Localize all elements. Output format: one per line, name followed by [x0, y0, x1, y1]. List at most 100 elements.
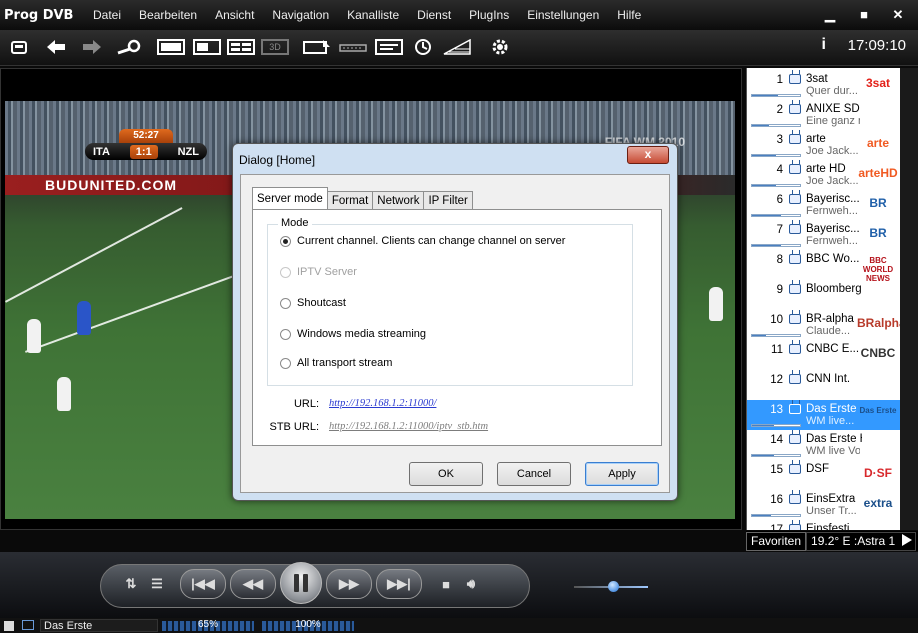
tab-server-mode[interactable]: Server mode: [252, 187, 328, 210]
channel-number: 13: [770, 404, 783, 416]
stop-icon[interactable]: ■: [436, 569, 456, 599]
tv-icon: [789, 104, 801, 114]
maximize-button[interactable]: ■: [854, 6, 874, 24]
channel-list-scrollbar[interactable]: [900, 68, 918, 530]
mode-all-transport[interactable]: All transport stream: [280, 357, 392, 369]
signal-quality-meter: 100%: [262, 619, 354, 631]
prog-dvb-window: Prog DVB Datei Bearbeiten Ansicht Naviga…: [0, 0, 918, 633]
mode-shoutcast[interactable]: Shoutcast: [280, 297, 346, 309]
channel-row[interactable]: 7 Bayerisc... Fernweh... BR: [747, 220, 900, 250]
mode-windows-media[interactable]: Windows media streaming: [280, 328, 426, 340]
apply-button[interactable]: Apply: [585, 462, 659, 486]
channel-row[interactable]: 11 CNBC E... CNBC: [747, 340, 900, 370]
channel-list-footer: Favoriten 19.2° E :Astra 1: [746, 531, 918, 551]
channel-row[interactable]: 2 ANIXE SDEine ganz norm...: [747, 100, 900, 130]
menu-navigation[interactable]: Navigation: [263, 8, 338, 22]
cancel-button[interactable]: Cancel: [497, 462, 571, 486]
channel-name: BR-alpha: [806, 313, 854, 325]
tv-icon: [789, 74, 801, 84]
fast-forward-icon[interactable]: ▶▶: [326, 569, 372, 599]
pause-icon[interactable]: [280, 562, 322, 604]
channel-row[interactable]: 13 Das Erste WM live... Das Erste: [747, 400, 900, 430]
channel-row[interactable]: 6 Bayerisc... Fernweh... BR: [747, 190, 900, 220]
stop-status-icon[interactable]: [4, 621, 14, 631]
tv-icon: [789, 314, 801, 324]
dialog-close-button[interactable]: x: [627, 146, 669, 164]
channel-row[interactable]: 16 EinsExtra Unser Tr... extra: [747, 490, 900, 520]
tv-icon: [789, 524, 801, 530]
scheduler-icon[interactable]: [412, 36, 434, 58]
channel-row[interactable]: 10 BR-alphaClaude... BRalpha: [747, 310, 900, 340]
tv-icon: [789, 134, 801, 144]
channel-list[interactable]: 13satQuer dur...3sat2ANIXE SDEine ganz n…: [746, 68, 900, 530]
channel-row[interactable]: 1 3sat Quer dur... 3sat: [747, 70, 900, 100]
toolbar: 3D i 17:09:10: [0, 30, 918, 66]
favorites-tab[interactable]: Favoriten: [746, 531, 807, 551]
url-link[interactable]: http://192.168.1.2:11000/: [329, 398, 436, 409]
channel-row[interactable]: 9 Bloomberg Euro...: [747, 280, 900, 310]
channel-name: Bayerisc...: [806, 193, 860, 205]
forward-icon[interactable]: [80, 36, 104, 58]
skip-back-icon[interactable]: |◀◀: [180, 569, 226, 599]
tv-icon: [789, 494, 801, 504]
info-icon[interactable]: i: [822, 36, 826, 54]
tab-ip-filter[interactable]: IP Filter: [423, 191, 473, 210]
menu-kanalliste[interactable]: Kanalliste: [338, 8, 408, 22]
channel-name: Einsfesti...: [806, 523, 860, 530]
menu-ansicht[interactable]: Ansicht: [206, 8, 263, 22]
tv-icon: [789, 374, 801, 384]
window-icon[interactable]: [192, 36, 222, 58]
dialog-tabs: Server mode Format Network IP Filter: [252, 187, 473, 210]
channel-row[interactable]: 8 BBC Wo... BBC WORLD NEWS: [747, 250, 900, 283]
menu-einstellungen[interactable]: Einstellungen: [518, 8, 608, 22]
tab-network[interactable]: Network: [372, 191, 425, 210]
channel-row[interactable]: 15 DSF D·SF: [747, 460, 900, 490]
channel-program: Joe Jack...: [806, 145, 859, 157]
channel-row[interactable]: 3 arte Joe Jack... arte: [747, 130, 900, 160]
minimize-button[interactable]: ▁: [820, 6, 840, 24]
radio-button[interactable]: [280, 328, 291, 340]
close-button[interactable]: ✕: [888, 6, 908, 24]
settings-icon[interactable]: [488, 36, 512, 58]
score-bar: ITA 1:1 NZL: [85, 143, 207, 160]
menu-plugins[interactable]: PlugIns: [460, 8, 518, 22]
next-arrow-icon[interactable]: [902, 534, 912, 546]
skip-forward-icon[interactable]: ▶▶|: [376, 569, 422, 599]
ok-button[interactable]: OK: [409, 462, 483, 486]
radio-button[interactable]: [280, 357, 291, 369]
multiview-icon[interactable]: [226, 36, 256, 58]
channel-row[interactable]: 14 Das Erste HDWM live Vorrund...: [747, 430, 900, 460]
channel-name: Das Erste HD: [806, 433, 862, 445]
channel-row[interactable]: 4 arte HD Joe Jack... arteHD: [747, 160, 900, 190]
channel-row[interactable]: 17 Einsfesti...: [747, 520, 900, 530]
tab-format[interactable]: Format: [326, 191, 374, 210]
search-icon[interactable]: [114, 36, 144, 58]
volume-knob[interactable]: [608, 581, 619, 592]
satellite-tab[interactable]: 19.2° E :Astra 1: [806, 531, 917, 551]
list-icon[interactable]: ☰: [146, 569, 168, 599]
epg-icon[interactable]: [374, 36, 404, 58]
menu-dienst[interactable]: Dienst: [408, 8, 460, 22]
radio-button[interactable]: [280, 297, 291, 309]
menu-hilfe[interactable]: Hilfe: [608, 8, 650, 22]
rewind-icon[interactable]: ◀◀: [230, 569, 276, 599]
back-icon[interactable]: [44, 36, 68, 58]
record-icon[interactable]: [302, 36, 332, 58]
channel-row[interactable]: 12 CNN Int.: [747, 370, 900, 400]
volume-icon[interactable]: 🔊︎: [458, 569, 484, 599]
audio-mix-icon[interactable]: ⇅: [120, 569, 142, 599]
stb-url-link[interactable]: http://192.168.1.2:11000/iptv_stb.htm: [329, 421, 488, 432]
channel-number: 15: [770, 464, 783, 476]
open-icon[interactable]: [8, 36, 30, 58]
radio-button[interactable]: [280, 235, 291, 247]
timeshift-icon[interactable]: [338, 36, 368, 58]
3d-icon[interactable]: 3D: [260, 36, 290, 58]
channel-number: 10: [770, 314, 783, 326]
menu-datei[interactable]: Datei: [84, 8, 130, 22]
menu-bearbeiten[interactable]: Bearbeiten: [130, 8, 206, 22]
fullscreen-icon[interactable]: [156, 36, 186, 58]
mode-current-channel[interactable]: Current channel. Clients can change chan…: [280, 235, 565, 247]
channel-progress-bar: [751, 184, 801, 187]
channel-number: 12: [770, 374, 783, 386]
signal-icon[interactable]: [442, 36, 472, 58]
